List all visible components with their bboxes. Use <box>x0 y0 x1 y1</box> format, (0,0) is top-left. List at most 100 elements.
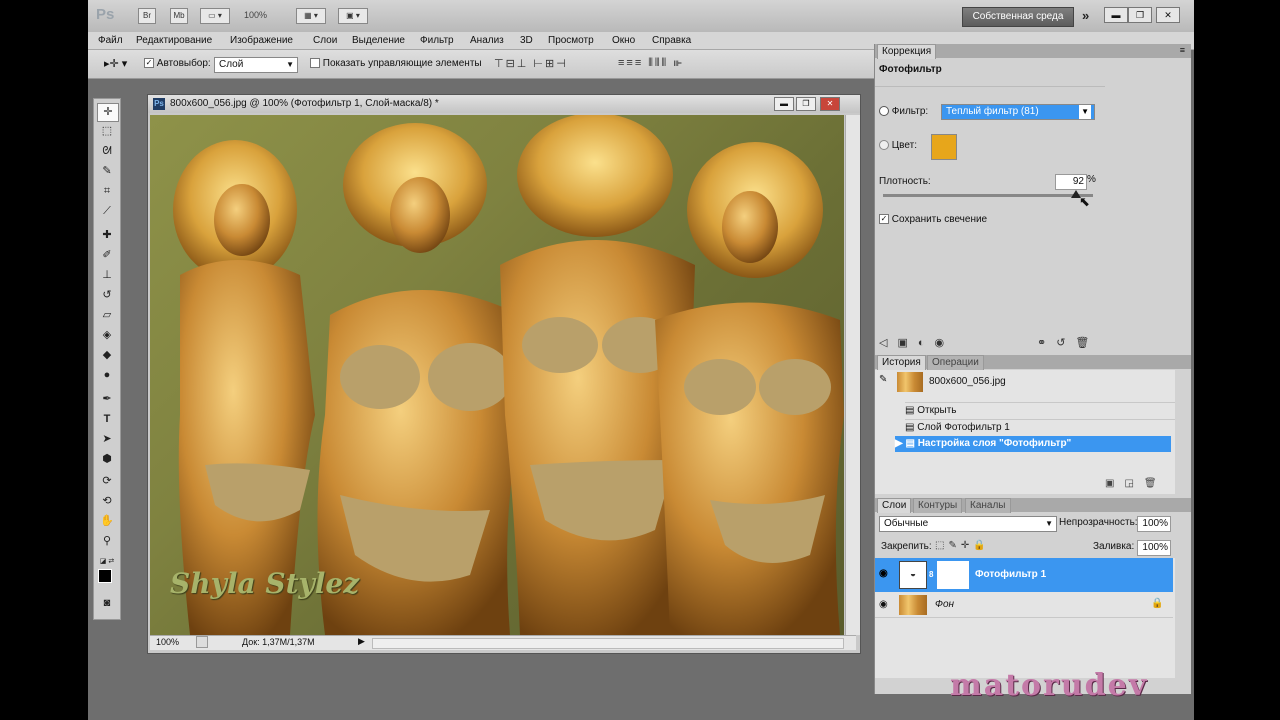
eye-icon[interactable]: ◉ <box>879 568 888 579</box>
tab-channels[interactable]: Каналы <box>965 498 1011 513</box>
hand-tool-icon[interactable]: ✋ <box>97 513 117 530</box>
dodge-tool-icon[interactable]: ● <box>97 367 117 384</box>
view-extras-button[interactable]: ▭ ▾ <box>200 8 230 24</box>
tab-paths[interactable]: Контуры <box>913 498 963 513</box>
filter-value: Теплый фильтр (81) <box>946 106 1039 117</box>
opacity-input[interactable]: 100% <box>1137 516 1171 532</box>
zoom-tool-icon[interactable]: ⚲ <box>97 533 117 550</box>
minimize-button[interactable]: ▬ <box>1104 7 1128 23</box>
vertical-scrollbar[interactable] <box>845 115 860 635</box>
arrange-documents-button[interactable]: ▦ ▾ <box>296 8 326 24</box>
document-close-button[interactable]: ✕ <box>820 97 840 111</box>
preserve-luminosity-checkbox[interactable]: ✓ <box>879 214 889 225</box>
clone-stamp-tool-icon[interactable]: ⊥ <box>97 267 117 284</box>
move-tool-icon[interactable]: ✛ <box>97 103 119 122</box>
lock-icons[interactable]: ⬚✎✛🔒 <box>935 540 990 551</box>
screen-mode-button[interactable]: ▣ ▾ <box>338 8 368 24</box>
document-titlebar[interactable]: Ps 800x600_056.jpg @ 100% (Фотофильтр 1,… <box>148 95 860 113</box>
correction-footer-actions[interactable]: ⚭↺🗑 <box>1037 336 1099 349</box>
tab-correction[interactable]: Коррекция <box>877 44 937 59</box>
autoselect-dropdown[interactable]: Слой ▼ <box>214 57 298 73</box>
panel-menu-icon[interactable]: ≡ <box>1180 45 1185 55</box>
fill-input[interactable]: 100% <box>1137 540 1171 556</box>
color-radio[interactable] <box>879 140 889 151</box>
restore-button[interactable]: ❐ <box>1128 7 1152 23</box>
pen-tool-icon[interactable]: ✒ <box>97 391 117 408</box>
align-buttons[interactable]: ⊤⊟⊥ ⊢⊞⊣ <box>494 57 568 70</box>
tab-history[interactable]: История <box>877 355 926 370</box>
filter-color-swatch[interactable] <box>931 134 957 160</box>
history-brush-tool-icon[interactable]: ↺ <box>97 287 117 304</box>
menu-select[interactable]: Выделение <box>352 35 405 46</box>
document-icon: ▤ <box>905 405 918 416</box>
close-button[interactable]: ✕ <box>1156 7 1180 23</box>
quick-select-tool-icon[interactable]: ✎ <box>97 163 117 180</box>
document-minimize-button[interactable]: ▬ <box>774 97 794 111</box>
history-item[interactable]: ▤ Слой Фотофильтр 1 <box>905 419 1175 436</box>
menu-3d[interactable]: 3D <box>520 35 533 46</box>
document-restore-button[interactable]: ❐ <box>796 97 816 111</box>
shape-tool-icon[interactable]: ⬢ <box>97 451 117 468</box>
workspace-button[interactable]: Собственная среда <box>962 7 1074 27</box>
filter-dropdown[interactable]: Теплый фильтр (81) ▼ <box>941 104 1095 120</box>
history-brush-source-icon[interactable]: ✎ <box>879 374 887 385</box>
horizontal-scrollbar[interactable] <box>372 638 844 649</box>
photo-caption: Shyla Stylez <box>170 567 360 600</box>
menu-image[interactable]: Изображение <box>230 35 293 46</box>
marquee-tool-icon[interactable]: ⬚ <box>97 123 117 140</box>
eyedropper-tool-icon[interactable]: ⟋ <box>97 203 117 220</box>
zoom-level[interactable]: 100% <box>244 10 267 20</box>
swap-colors-icon[interactable]: ◪ ⇄ <box>97 553 117 570</box>
density-input[interactable]: 92 <box>1055 174 1087 190</box>
menu-layers[interactable]: Слои <box>313 35 337 46</box>
status-zoom[interactable]: 100% <box>156 637 179 647</box>
eye-icon[interactable]: ◉ <box>879 599 888 610</box>
history-item[interactable]: ▤ Открыть <box>905 402 1175 419</box>
distribute-buttons[interactable]: ≡≡≡ ⫴⫴⫴ ⊪ <box>618 57 684 70</box>
move-tool-preset-icon[interactable]: ▸✛ ▾ <box>104 57 127 70</box>
snapshot-name[interactable]: 800x600_056.jpg <box>929 376 1006 387</box>
show-controls-checkbox[interactable] <box>310 58 320 69</box>
filter-radio[interactable] <box>879 106 889 117</box>
menu-file[interactable]: Файл <box>98 35 123 46</box>
menu-view[interactable]: Просмотр <box>548 35 594 46</box>
correction-footer-icons[interactable]: ◁▣◐◉ <box>879 336 954 349</box>
menu-edit[interactable]: Редактирование <box>136 35 212 46</box>
blur-tool-icon[interactable]: ◆ <box>97 347 117 364</box>
menu-help[interactable]: Справка <box>652 35 691 46</box>
history-item-selected[interactable]: ▶ ▤ Настройка слоя "Фотофильтр" <box>895 436 1171 452</box>
bridge-button[interactable]: Br <box>138 8 156 24</box>
lasso-tool-icon[interactable]: ᘛ <box>97 143 117 160</box>
tab-actions[interactable]: Операции <box>927 355 984 370</box>
foreground-color-swatch[interactable] <box>98 569 112 583</box>
type-tool-icon[interactable]: T <box>97 411 117 428</box>
autoselect-checkbox[interactable]: ✓ <box>144 58 154 69</box>
path-selection-tool-icon[interactable]: ➤ <box>97 431 117 448</box>
layer-row-photofilter[interactable]: ◉ ◒ 8 Фотофильтр 1 <box>875 558 1173 592</box>
image-canvas[interactable]: Shyla Stylez <box>150 115 844 635</box>
menu-analysis[interactable]: Анализ <box>470 35 504 46</box>
mouse-cursor-icon: ⬉ <box>1079 194 1090 209</box>
3d-rotate-tool-icon[interactable]: ⟳ <box>97 473 117 490</box>
mini-bridge-button[interactable]: Mb <box>170 8 188 24</box>
status-menu-arrow-icon[interactable]: ▶ <box>358 636 365 647</box>
quick-mask-icon[interactable]: ◙ <box>97 595 117 612</box>
status-doc-info: Док: 1,37M/1,37M <box>242 637 315 647</box>
healing-brush-tool-icon[interactable]: ✚ <box>97 227 117 244</box>
crop-tool-icon[interactable]: ⌗ <box>97 183 117 200</box>
eraser-tool-icon[interactable]: ▱ <box>97 307 117 324</box>
document-title: 800x600_056.jpg @ 100% (Фотофильтр 1, Сл… <box>170 98 439 109</box>
status-info-icon[interactable] <box>196 636 208 648</box>
history-footer-icons[interactable]: ▣◲🗑 <box>1105 478 1167 489</box>
menu-filter[interactable]: Фильтр <box>420 35 454 46</box>
layer-row-background[interactable]: ◉ Фон 🔒 <box>875 593 1173 618</box>
density-slider-track[interactable] <box>883 194 1093 197</box>
link-icon: 8 <box>929 570 934 579</box>
blend-mode-dropdown[interactable]: Обычные ▼ <box>879 516 1057 532</box>
menu-window[interactable]: Окно <box>612 35 635 46</box>
paint-bucket-tool-icon[interactable]: ◈ <box>97 327 117 344</box>
tab-layers[interactable]: Слои <box>877 498 912 513</box>
more-workspaces-icon[interactable]: » <box>1082 8 1089 23</box>
brush-tool-icon[interactable]: ✐ <box>97 247 117 264</box>
3d-orbit-tool-icon[interactable]: ⟲ <box>97 493 117 510</box>
